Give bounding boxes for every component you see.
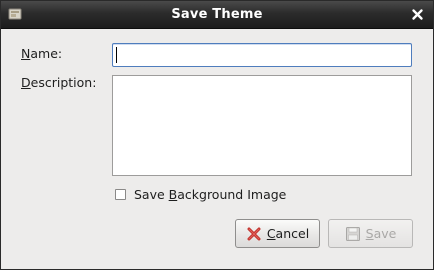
save-button-label: Save — [365, 226, 397, 241]
close-icon[interactable] — [411, 8, 424, 21]
dialog-title: Save Theme — [171, 7, 263, 22]
save-background-label: Save Background Image — [134, 186, 287, 202]
description-label: Description: — [21, 75, 97, 90]
cancel-x-icon — [247, 227, 261, 240]
description-textarea[interactable] — [112, 75, 412, 176]
save-button[interactable]: Save — [328, 219, 413, 248]
name-input[interactable] — [112, 43, 412, 67]
floppy-disk-icon — [345, 226, 360, 241]
name-label: Name: — [21, 46, 63, 61]
cancel-button[interactable]: Cancel — [235, 219, 320, 248]
text-caret — [116, 47, 117, 63]
save-background-checkbox[interactable] — [115, 188, 126, 200]
save-theme-dialog: Save Theme Name: Description: Save Backg… — [0, 0, 434, 270]
dialog-content: Name: Description: Save Background Image… — [1, 29, 433, 269]
save-background-option[interactable]: Save Background Image — [115, 186, 286, 202]
title-bar[interactable]: Save Theme — [1, 1, 433, 29]
cancel-button-label: Cancel — [266, 226, 310, 241]
